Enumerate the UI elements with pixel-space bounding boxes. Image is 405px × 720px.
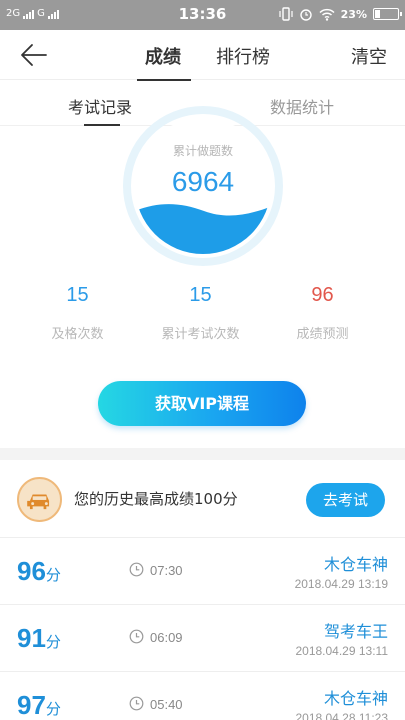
record-duration: 07:30: [150, 563, 183, 578]
alarm-icon: [299, 9, 312, 21]
stat-score-prediction: 96 成绩预测: [255, 284, 390, 342]
record-date: 2018.04.28 11:23: [295, 711, 388, 720]
best-score-text: 您的历史最高成绩100分: [74, 490, 238, 508]
wifi-icon: [319, 8, 335, 21]
record-title: 木仓车神: [323, 689, 388, 708]
take-exam-button[interactable]: 去考试: [306, 483, 385, 517]
record-date: 2018.04.29 13:19: [294, 577, 388, 591]
record-row[interactable]: 97分 05:40 木仓车神 2018.04.28 11:23: [0, 672, 405, 720]
total-questions-label: 累计做题数: [172, 144, 233, 158]
stat-pass-count: 15 及格次数: [10, 284, 145, 342]
stat-value: 96: [311, 284, 334, 306]
tab-leaderboard[interactable]: 排行榜: [216, 43, 270, 69]
back-arrow-icon[interactable]: [18, 40, 50, 70]
best-score-row: 您的历史最高成绩100分 去考试: [0, 460, 405, 538]
section-divider: [0, 448, 405, 460]
get-vip-course-button[interactable]: 获取VIP课程: [98, 381, 306, 426]
clear-button[interactable]: 清空: [351, 43, 387, 69]
record-title: 驾考车王: [323, 622, 388, 641]
record-duration: 05:40: [150, 697, 183, 712]
status-bar: 2G G 13:36 23%: [0, 0, 405, 30]
stat-label: 累计考试次数: [161, 327, 240, 342]
record-row[interactable]: 96分 07:30 木仓车神 2018.04.29 13:19: [0, 538, 405, 605]
stat-label: 成绩预测: [296, 327, 349, 342]
clock-icon: [129, 696, 144, 711]
clock-icon: [129, 562, 144, 577]
stat-label: 及格次数: [51, 327, 104, 342]
stat-exam-count: 15 累计考试次数: [133, 284, 268, 342]
stat-value: 15: [189, 284, 212, 306]
stat-value: 15: [66, 284, 89, 306]
total-questions-value: 6964: [171, 166, 235, 197]
record-score: 96分: [17, 556, 61, 586]
status-icons: 23%: [279, 7, 402, 21]
record-score: 91分: [17, 623, 61, 653]
record-row[interactable]: 91分 06:09 驾考车王 2018.04.29 13:11: [0, 605, 405, 672]
record-date: 2018.04.29 13:11: [295, 644, 388, 658]
record-title: 木仓车神: [323, 555, 388, 574]
vibrate-icon: [279, 7, 293, 21]
active-subtab-indicator: [84, 124, 120, 126]
battery-icon: [373, 8, 402, 20]
clock-icon: [129, 629, 144, 644]
top-nav: 成绩 排行榜 清空: [0, 30, 405, 81]
record-duration: 06:09: [150, 630, 183, 645]
battery-percent: 23%: [340, 7, 367, 21]
record-score: 97分: [17, 690, 61, 720]
tab-score[interactable]: 成绩: [145, 43, 181, 69]
car-icon: [17, 477, 62, 522]
